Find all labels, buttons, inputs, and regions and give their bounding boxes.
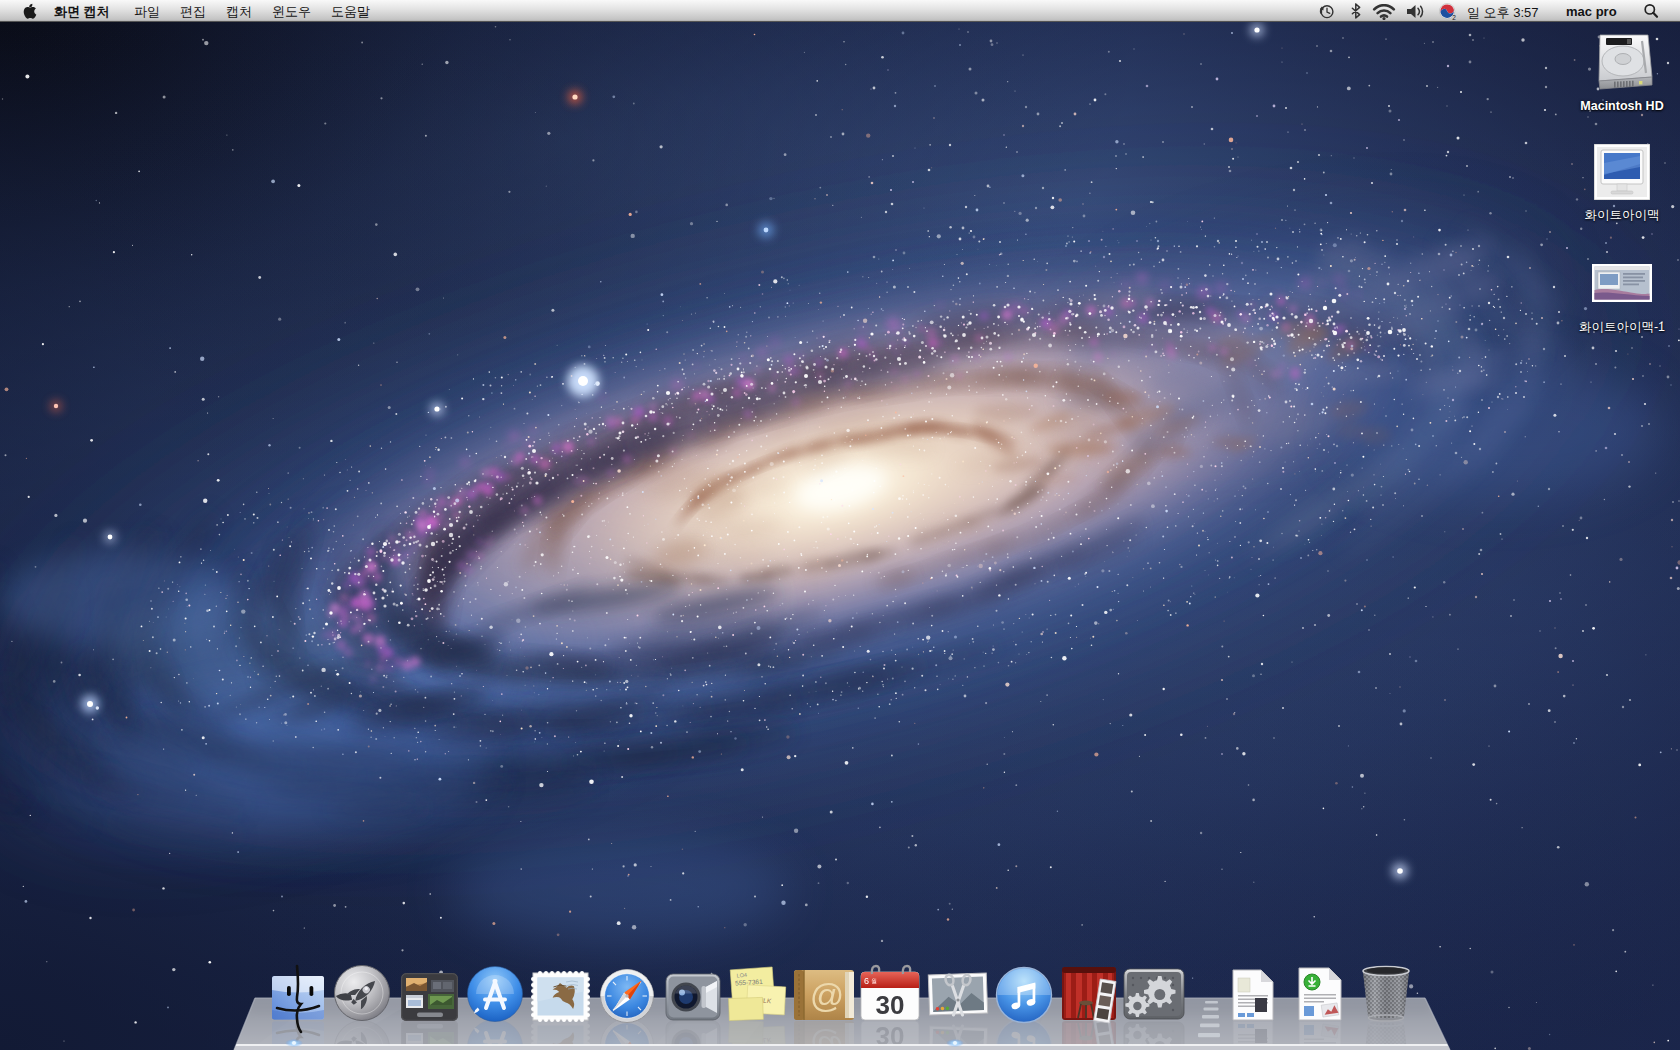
svg-text:2: 2 — [1452, 14, 1456, 21]
